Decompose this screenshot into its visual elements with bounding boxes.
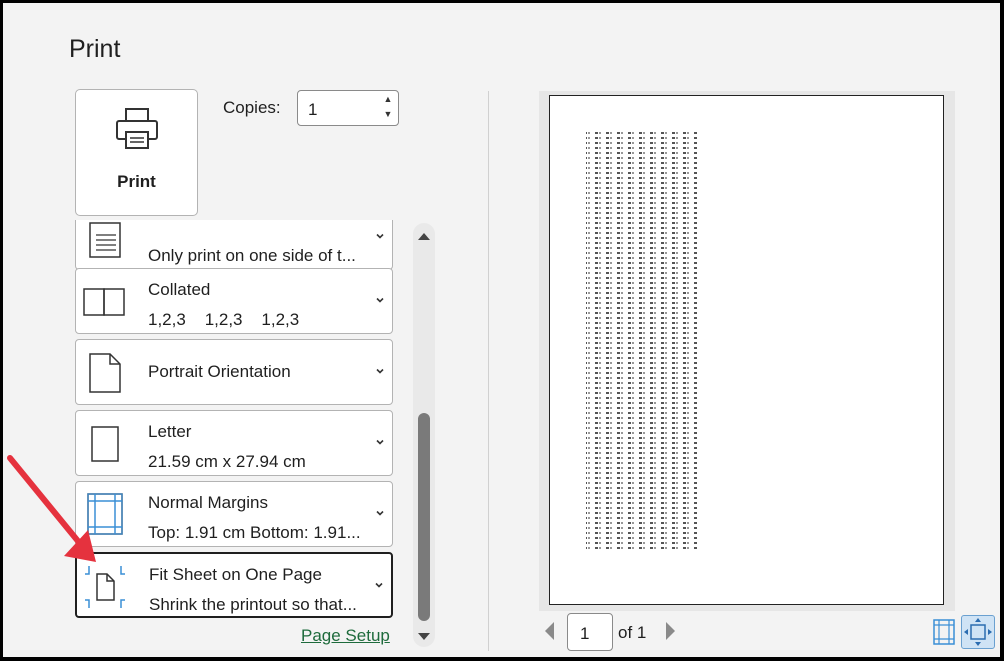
preview-page (549, 95, 944, 605)
copies-decrement-button[interactable]: ▼ (382, 109, 394, 123)
chevron-down-icon (376, 297, 384, 303)
current-page-input[interactable]: 1 (567, 613, 613, 651)
zoom-to-page-button[interactable] (961, 615, 995, 649)
chevron-down-icon (376, 510, 384, 516)
setting-sides-desc: Only print on one side of t... (148, 246, 356, 265)
annotation-arrow-icon (7, 455, 96, 562)
setting-paper-size[interactable]: Letter 21.59 cm x 27.94 cm (75, 410, 393, 476)
print-button[interactable]: Print (75, 89, 198, 216)
setting-collation[interactable]: Collated 1,2,3 1,2,3 1,2,3 (75, 268, 393, 334)
chevron-down-icon (376, 233, 384, 239)
chevron-down-icon (375, 582, 383, 588)
page-count-label: of 1 (618, 623, 647, 642)
setting-orientation[interactable]: Portrait Orientation (75, 339, 393, 405)
setting-scaling-title: Fit Sheet on One Page (149, 565, 322, 584)
print-button-label: Print (117, 172, 156, 191)
copies-value: 1 (308, 100, 318, 119)
one-sided-document-icon (89, 222, 121, 258)
fit-to-page-icon (85, 566, 125, 608)
setting-paper-size-desc: 21.59 cm x 27.94 cm (148, 452, 306, 471)
setting-scaling-desc: Shrink the printout so that... (149, 595, 357, 614)
print-backstage: Print Print Copies: 1 ▲ ▼ Only print on … (3, 3, 1000, 657)
setting-margins-desc: Top: 1.91 cm Bottom: 1.91... (148, 523, 361, 542)
collated-icon (83, 288, 125, 316)
chevron-down-icon (376, 368, 384, 374)
page-setup-link[interactable]: Page Setup (301, 626, 390, 646)
current-page-value: 1 (580, 624, 590, 643)
setting-scaling[interactable]: Fit Sheet on One Page Shrink the printou… (75, 552, 393, 618)
panel-divider (488, 91, 489, 651)
previous-page-arrow-icon[interactable] (543, 620, 557, 642)
scroll-up-arrow-icon[interactable] (417, 230, 431, 242)
next-page-arrow-icon[interactable] (663, 620, 677, 642)
setting-sides[interactable]: Only print on one side of t... (75, 220, 393, 270)
copies-input[interactable]: 1 ▲ ▼ (297, 90, 399, 126)
show-margins-icon[interactable] (931, 618, 957, 646)
setting-margins[interactable]: Normal Margins Top: 1.91 cm Bottom: 1.91… (75, 481, 393, 547)
chevron-down-icon (376, 439, 384, 445)
print-settings-list: Only print on one side of t... Collated … (75, 220, 397, 620)
setting-collation-title: Collated (148, 280, 211, 299)
printer-icon (116, 108, 158, 149)
preview-content (586, 130, 698, 552)
scrollbar-thumb[interactable] (418, 413, 430, 621)
scroll-down-arrow-icon[interactable] (417, 631, 431, 643)
page-title: Print (69, 35, 121, 63)
setting-margins-title: Normal Margins (148, 493, 268, 512)
setting-orientation-title: Portrait Orientation (148, 362, 291, 381)
copies-label: Copies: (223, 98, 281, 117)
settings-scrollbar[interactable] (413, 223, 435, 647)
copies-increment-button[interactable]: ▲ (382, 94, 394, 108)
setting-collation-desc: 1,2,3 1,2,3 1,2,3 (148, 310, 300, 329)
setting-paper-size-title: Letter (148, 422, 192, 441)
zoom-to-page-icon (964, 618, 992, 646)
portrait-page-icon (89, 353, 121, 393)
